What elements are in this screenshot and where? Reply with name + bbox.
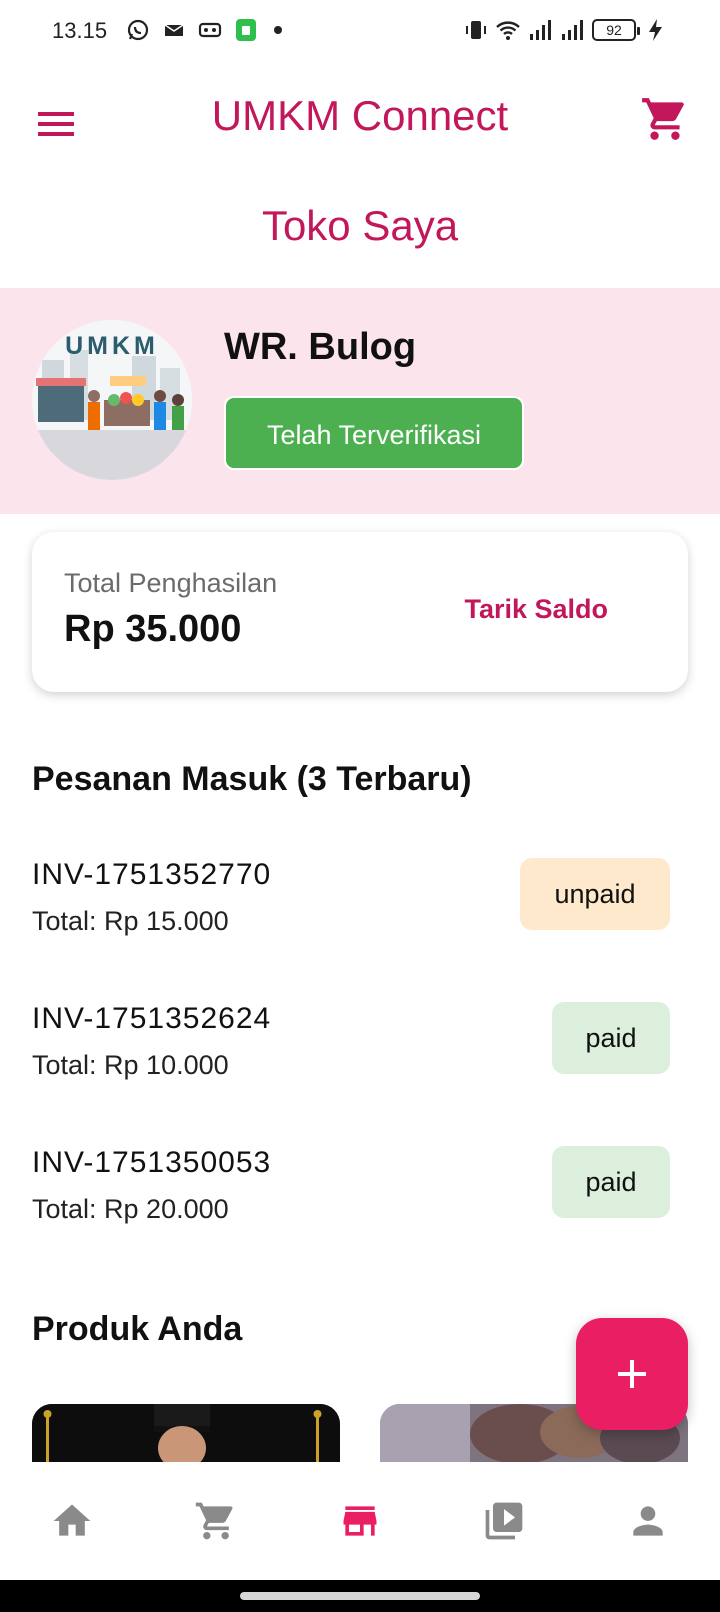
order-total: Total: Rp 10.000: [32, 1050, 229, 1080]
vibrate-icon: [466, 21, 486, 39]
nav-cart[interactable]: [144, 1462, 288, 1580]
plus-icon: [618, 1360, 646, 1388]
earnings-value: Rp 35.000: [64, 608, 242, 650]
nav-store[interactable]: [288, 1462, 432, 1580]
battery-icon: 92: [592, 19, 640, 41]
wifi-icon: [496, 21, 520, 40]
app-notification-icon: [236, 19, 256, 41]
more-notifications-dot: [274, 26, 282, 34]
store-icon: [343, 1506, 377, 1536]
shop-name: WR. Bulog: [224, 326, 417, 368]
withdraw-button[interactable]: Tarik Saldo: [464, 594, 608, 625]
order-total: Total: Rp 15.000: [32, 906, 229, 936]
add-product-button[interactable]: [576, 1318, 688, 1430]
person-icon: [633, 1506, 663, 1536]
order-invoice: INV-1751352770: [32, 858, 272, 891]
products-section-title: Produk Anda: [32, 1310, 243, 1348]
nav-home[interactable]: [0, 1462, 144, 1580]
shop-profile-header: UMKM WR. Bulog Telah Terverifikasi: [0, 288, 720, 514]
nav-video[interactable]: [432, 1462, 576, 1580]
system-icons: 92: [464, 18, 668, 42]
umkm-logo-image: UMKM: [32, 320, 192, 480]
status-bar: 13.15 92: [0, 0, 720, 64]
cart-icon: [195, 1502, 233, 1540]
gesture-navigation-bar: [0, 1580, 720, 1612]
home-icon: [53, 1504, 91, 1536]
voicemail-icon: [198, 22, 222, 38]
bottom-navigation: [0, 1462, 720, 1580]
mail-icon: [164, 24, 184, 36]
app-bar: UMKM Connect: [0, 64, 720, 176]
order-invoice: INV-1751352624: [32, 1002, 272, 1035]
nav-profile[interactable]: [576, 1462, 720, 1580]
signal-icon-2: [562, 20, 583, 40]
earnings-card: Total Penghasilan Rp 35.000 Tarik Saldo: [32, 532, 688, 692]
status-badge-paid: paid: [552, 1146, 670, 1218]
whatsapp-icon: [127, 19, 149, 41]
order-row[interactable]: INV-1751352624 Total: Rp 10.000 paid: [32, 1002, 672, 1102]
signal-icon: [530, 20, 551, 40]
order-total: Total: Rp 20.000: [32, 1194, 229, 1224]
status-badge-paid: paid: [552, 1002, 670, 1074]
shop-avatar[interactable]: UMKM: [32, 320, 192, 480]
orders-section-title: Pesanan Masuk (3 Terbaru): [32, 760, 472, 798]
app-title: UMKM Connect: [211, 92, 509, 139]
page-title: Toko Saya: [261, 202, 459, 249]
order-invoice: INV-1751350053: [32, 1146, 272, 1179]
avatar-text: UMKM: [65, 332, 159, 360]
notification-icons: [126, 18, 282, 42]
product-card[interactable]: [32, 1404, 340, 1464]
verified-badge-button[interactable]: Telah Terverifikasi: [224, 396, 524, 470]
order-row[interactable]: INV-1751350053 Total: Rp 20.000 paid: [32, 1146, 672, 1246]
order-row[interactable]: INV-1751352770 Total: Rp 15.000 unpaid: [32, 858, 672, 958]
home-gesture-handle[interactable]: [240, 1592, 480, 1600]
status-badge-unpaid: unpaid: [520, 858, 670, 930]
video-library-icon: [485, 1502, 523, 1540]
cart-icon[interactable]: [640, 94, 690, 144]
status-time: 13.15: [52, 18, 108, 43]
charging-icon: [649, 19, 662, 41]
earnings-label: Total Penghasilan: [64, 568, 278, 598]
product-image: [32, 1404, 340, 1464]
